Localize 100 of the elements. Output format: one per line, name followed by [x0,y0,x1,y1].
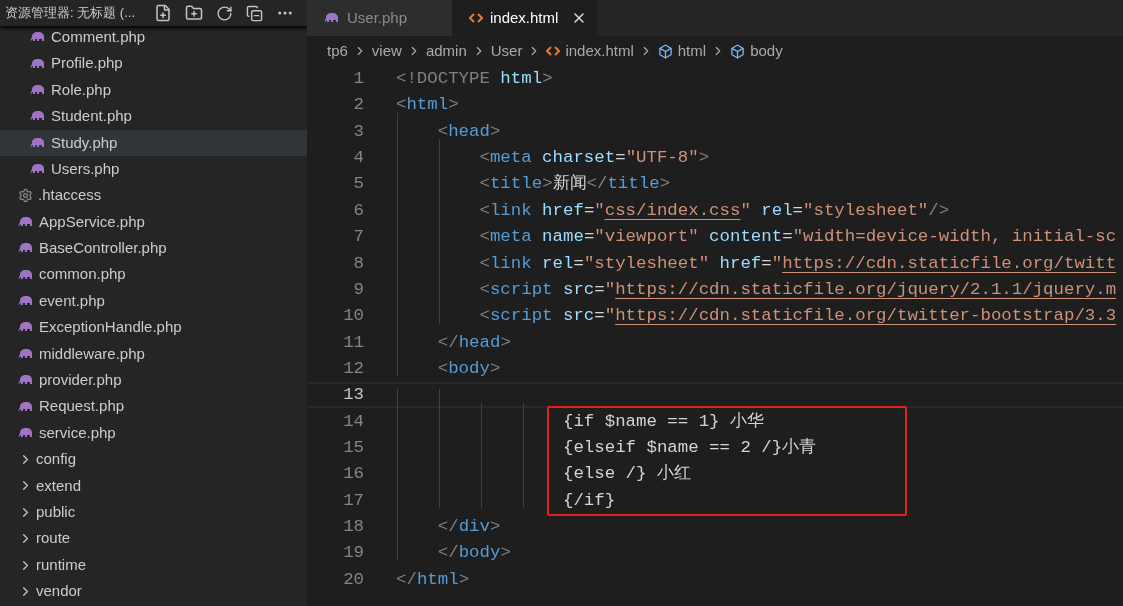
breadcrumb-item[interactable]: admin [425,39,467,63]
code-line: {else /} 小红 [561,464,691,484]
explorer-item[interactable]: config [0,446,307,473]
breadcrumb-item[interactable]: html [677,39,707,63]
code-line: <script src="https://cdn.staticfile.org/jquery/2.1.1/jquery.m [478,279,1117,299]
file-name: Users.php [51,158,120,179]
breadcrumb-item[interactable]: tp6 [327,39,348,63]
explorer-item[interactable]: Profile.php [0,50,307,77]
line-number: 1 [352,68,364,91]
php-file-icon [324,12,340,24]
file-name: route [36,528,71,549]
line-number: 6 [352,199,364,222]
line-number: 20 [342,568,364,591]
breadcrumb-item[interactable]: index.html [565,39,634,63]
php-file-icon [18,215,34,228]
explorer-item[interactable]: Comment.php [0,24,307,51]
file-name: provider.php [39,370,122,390]
file-name: extend [36,475,82,496]
explorer-item[interactable]: ExceptionHandle.php [0,314,307,341]
explorer-item[interactable]: runtime [0,551,307,579]
breadcrumb-item[interactable]: User [490,39,523,63]
explorer-item[interactable]: public [0,499,307,526]
explorer-item[interactable]: event.php [0,287,307,315]
php-file-icon [18,295,34,308]
explorer-item[interactable]: extend [0,472,307,500]
explorer-item[interactable]: Student.php [0,103,307,130]
code-line: <link href="css/index.css" rel="stylesheet"/> [478,200,950,220]
line-number: 10 [342,305,364,328]
tab-label: index.html [490,7,559,28]
line-number: 11 [342,331,364,354]
breadcrumb-item[interactable]: view [371,39,402,63]
code-line: <link rel="stylesheet" href="https://cdn.staticfile.org/twitt [478,253,1117,273]
line-number: 18 [342,515,364,538]
line-number: 13 [342,384,364,407]
explorer-item[interactable]: Users.php [0,155,307,183]
line-number: 8 [352,252,364,275]
explorer-item[interactable]: common.php [0,261,307,288]
editor-tab[interactable]: index.html [452,0,597,36]
file-name: ExceptionHandle.php [39,317,182,338]
file-name: .htaccess [38,185,102,206]
php-file-icon [30,163,46,176]
file-name: public [36,501,76,522]
line-number: 4 [352,147,364,170]
explorer-item[interactable]: middleware.php [0,340,307,368]
explorer-item[interactable]: provider.php [0,367,307,394]
line-number: 15 [342,436,364,459]
breadcrumb-item[interactable]: body [750,39,783,63]
explorer-item[interactable]: route [0,525,307,552]
php-file-icon [18,268,34,281]
php-file-icon [30,31,46,44]
line-number: 14 [342,410,364,433]
file-name: Request.php [39,396,125,417]
php-file-icon [18,347,34,360]
php-file-icon [30,57,46,70]
line-number: 9 [352,278,364,301]
code-brackets-icon [469,12,483,24]
php-file-icon [30,83,46,96]
file-name: Profile.php [51,53,123,74]
line-number: 7 [352,226,364,249]
explorer-item[interactable]: Request.php [0,393,307,420]
new-file-icon[interactable] [154,4,172,22]
code-line: </html> [396,569,470,589]
code-line: <meta name="viewport" content="width=device-width, initial-sc [478,227,1117,247]
explorer-item[interactable]: service.php [0,419,307,447]
file-name: Role.php [51,79,112,100]
explorer-item[interactable]: vendor [0,578,307,605]
code-line: </div> [436,516,501,536]
collapse-icon[interactable] [246,4,263,22]
explorer-item[interactable]: Role.php [0,76,307,104]
php-file-icon [18,374,34,387]
explorer-item[interactable]: AppService.php [0,208,307,236]
code-line: </head> [436,332,511,352]
cube-icon [657,43,673,59]
code-line: <head> [436,121,501,141]
php-file-icon [18,321,34,334]
code-line: {/if} [561,490,616,510]
code-line: {elseif $name == 2 /}小青 [561,437,817,457]
line-number: 12 [342,357,364,380]
explorer-item[interactable]: Study.php [0,129,307,156]
php-file-icon [18,427,34,440]
file-name: Comment.php [51,26,146,47]
code-line: <html> [396,95,459,115]
new-folder-icon[interactable] [185,4,203,22]
file-name: middleware.php [39,343,145,364]
file-name: config [36,449,77,470]
code-line: <title>新闻</title> [478,174,671,194]
code-line: <!DOCTYPE html> [396,69,553,89]
gear-icon [18,188,33,204]
line-number: 19 [342,542,364,565]
explorer-item[interactable]: BaseController.php [0,235,307,262]
file-name: BaseController.php [39,238,167,259]
explorer-item[interactable]: .htaccess [0,182,307,209]
editor-tab[interactable]: User.php [307,0,452,36]
file-name: common.php [39,264,126,285]
line-number: 5 [352,173,364,196]
file-name: Study.php [51,132,118,153]
explorer-title: 资源管理器: 无标题 (... [5,4,135,23]
code-line: <script src="https://cdn.staticfile.org/twitter-bootstrap/3.3 [478,306,1117,326]
refresh-icon[interactable] [216,4,233,22]
cube-icon [730,43,746,59]
